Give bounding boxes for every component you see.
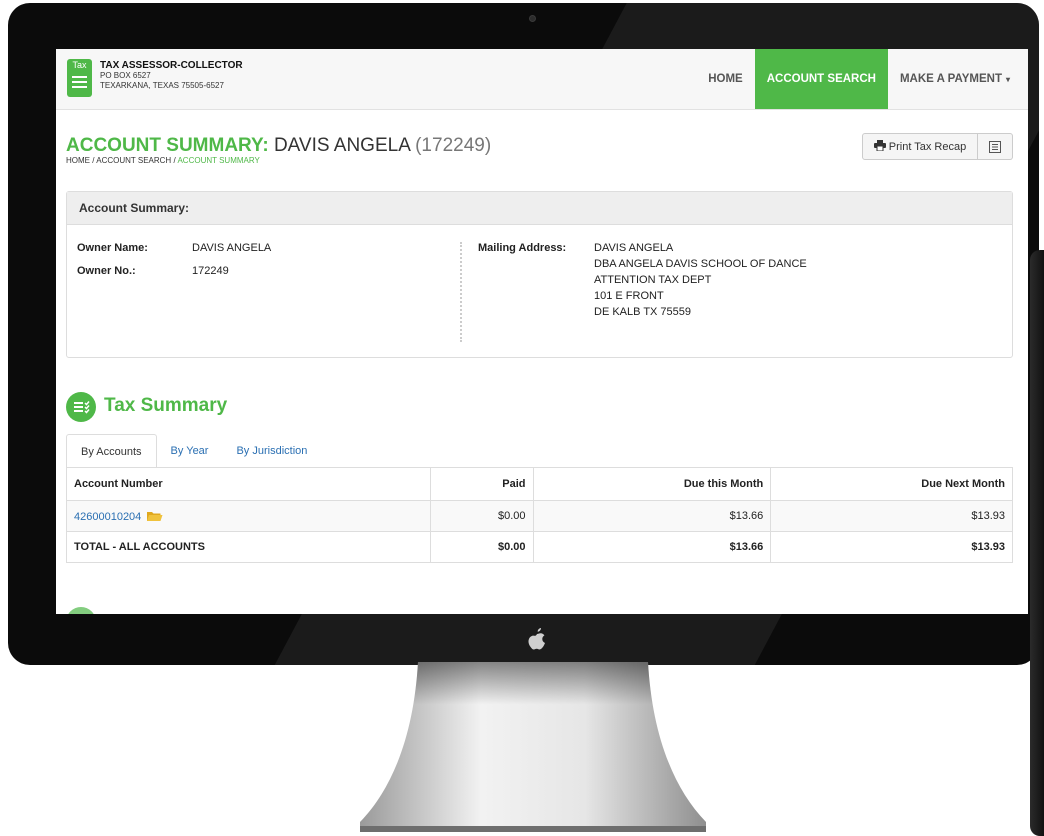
table-total-row: TOTAL - ALL ACCOUNTS $0.00 $13.66 $13.93 (66, 531, 1013, 563)
owner-name-value: DAVIS ANGELA (192, 242, 272, 254)
next-section-icon (66, 607, 96, 614)
total-due-next-month: $13.93 (770, 531, 1013, 563)
apple-icon (528, 628, 545, 650)
account-cell: 42600010204 (66, 500, 431, 532)
camera (529, 15, 536, 22)
tab-by-jurisdiction[interactable]: By Jurisdiction (222, 434, 321, 468)
logo-line (72, 81, 87, 83)
owner-no-label: Owner No.: (77, 265, 136, 277)
due-this-month-cell: $13.66 (532, 500, 772, 532)
chevron-down-icon: ▾ (1005, 75, 1010, 84)
logo[interactable]: Tax (67, 59, 92, 97)
total-due-this-month: $13.66 (532, 531, 772, 563)
due-next-month-cell: $13.93 (770, 500, 1013, 532)
mailing-address-line: DBA ANGELA DAVIS SCHOOL OF DANCE (594, 258, 807, 270)
tab-by-year[interactable]: By Year (157, 434, 223, 468)
col-due-this-month: Due this Month (532, 467, 772, 501)
page-title: ACCOUNT SUMMARY: DAVIS ANGELA (172249) (66, 135, 491, 157)
device-edge (1030, 250, 1044, 836)
nav-make-payment[interactable]: MAKE A PAYMENT ▾ (888, 49, 1028, 109)
col-due-next-month: Due Next Month (770, 467, 1013, 501)
title-prefix: ACCOUNT SUMMARY: (66, 135, 269, 156)
tax-summary-title: Tax Summary (104, 395, 228, 416)
monitor-stand (360, 662, 706, 832)
folder-icon[interactable] (146, 510, 163, 522)
tax-summary-icon (66, 392, 96, 422)
tax-summary-table: Account Number Paid Due this Month Due N… (66, 467, 1013, 563)
breadcrumb-home[interactable]: HOME (66, 156, 90, 165)
account-number-link[interactable]: 42600010204 (74, 511, 141, 523)
logo-text: Tax (72, 60, 87, 70)
screen: Tax TAX ASSESSOR-COLLECTOR PO BOX 6527 T… (56, 49, 1028, 614)
printer-icon (873, 140, 886, 152)
top-navbar: Tax TAX ASSESSOR-COLLECTOR PO BOX 6527 T… (56, 49, 1028, 110)
mailing-address-line: ATTENTION TAX DEPT (594, 274, 712, 286)
nav-home[interactable]: HOME (696, 49, 755, 109)
col-paid: Paid (429, 467, 534, 501)
account-summary-panel: Account Summary: Owner Name: DAVIS ANGEL… (66, 191, 1013, 358)
print-tax-recap-button[interactable]: Print Tax Recap (862, 133, 978, 160)
table-header-row: Account Number Paid Due this Month Due N… (66, 467, 1013, 501)
org-address-line1: PO BOX 6527 (100, 71, 151, 80)
mailing-address-line: DE KALB TX 75559 (594, 306, 692, 318)
tax-summary-tabs: By Accounts By Year By Jurisdiction (66, 434, 321, 468)
logo-line (72, 86, 87, 88)
divider (460, 242, 462, 342)
nav-account-search[interactable]: ACCOUNT SEARCH (754, 49, 888, 109)
list-view-button[interactable] (978, 133, 1013, 160)
tab-by-accounts[interactable]: By Accounts (66, 434, 157, 468)
title-owner-name: DAVIS ANGELA (273, 135, 410, 156)
total-label: TOTAL - ALL ACCOUNTS (66, 531, 431, 563)
list-icon (989, 141, 1001, 153)
account-summary-heading: Account Summary: (67, 192, 1012, 225)
org-address-line2: TEXARKANA, TEXAS 75505-6527 (100, 81, 224, 90)
nav-make-payment-label: MAKE A PAYMENT (899, 73, 1002, 85)
total-paid: $0.00 (429, 531, 534, 563)
mailing-address-line: DAVIS ANGELA (594, 242, 674, 254)
table-row: 42600010204 $0.00 $13.66 $13.93 (66, 500, 1013, 532)
owner-no-value: 172249 (192, 265, 229, 277)
logo-line (72, 76, 87, 78)
org-info: TAX ASSESSOR-COLLECTOR PO BOX 6527 TEXAR… (100, 61, 243, 91)
main-nav: HOME ACCOUNT SEARCH MAKE A PAYMENT ▾ (696, 49, 1028, 109)
breadcrumb: HOME / ACCOUNT SEARCH / ACCOUNT SUMMARY (66, 156, 260, 165)
title-owner-number: (172249) (415, 135, 492, 156)
col-account-number: Account Number (66, 467, 431, 501)
owner-name-label: Owner Name: (77, 242, 148, 254)
breadcrumb-current: ACCOUNT SUMMARY (177, 156, 260, 165)
print-button-label: Print Tax Recap (888, 141, 967, 153)
mailing-address-line: 101 E FRONT (594, 290, 664, 302)
breadcrumb-account-search[interactable]: ACCOUNT SEARCH (96, 156, 171, 165)
mailing-address-label: Mailing Address: (478, 242, 567, 254)
monitor-bezel: Tax TAX ASSESSOR-COLLECTOR PO BOX 6527 T… (8, 3, 1039, 665)
org-name: TAX ASSESSOR-COLLECTOR (100, 60, 243, 71)
paid-cell: $0.00 (429, 500, 534, 532)
